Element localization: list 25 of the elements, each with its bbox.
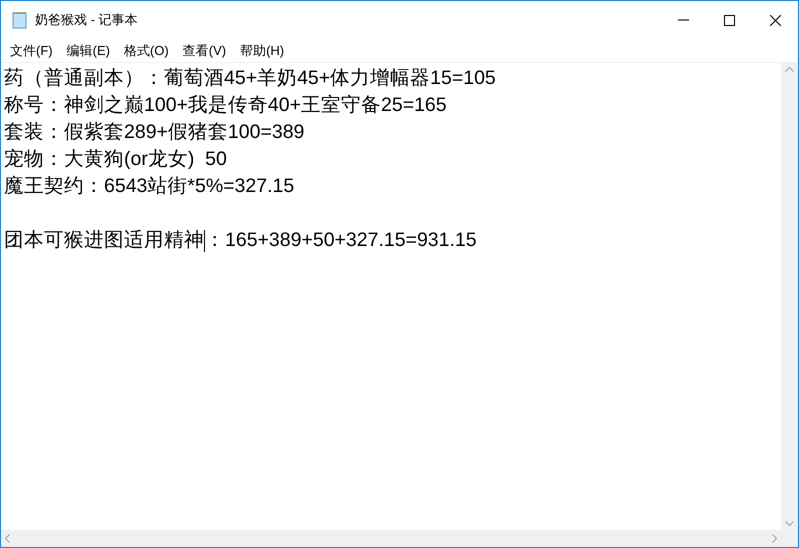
scroll-right-icon[interactable]	[772, 534, 777, 543]
menu-item[interactable]: 编辑(E)	[60, 40, 117, 60]
window-title: 奶爸猴戏 - 记事本	[35, 11, 138, 30]
text-line: 称号：神剑之巅100+我是传奇40+王室守备25=165	[4, 94, 447, 116]
text-line: 套装：假紫套289+假猪套100=389	[4, 121, 304, 143]
text-line: 宠物：大黄狗(or龙女) 50	[4, 148, 227, 170]
menu-item[interactable]: 帮助(H)	[233, 40, 292, 60]
horizontal-scrollbar[interactable]	[1, 530, 781, 547]
scroll-left-icon[interactable]	[5, 534, 10, 543]
minimize-icon	[678, 19, 688, 21]
menu-item[interactable]: 文件(F)	[3, 40, 60, 60]
scroll-up-icon[interactable]	[785, 67, 794, 72]
text-line: 魔王契约：6543站街*5%=327.15	[4, 175, 294, 197]
close-icon	[770, 14, 780, 26]
vertical-scrollbar[interactable]	[781, 63, 798, 530]
menu-item[interactable]: 查看(V)	[176, 40, 234, 60]
text-area[interactable]: 药（普通副本）：葡萄酒45+羊奶45+体力增幅器15=105 称号：神剑之巅100+我是传奇40+王室守备25=165 套装：假紫套289+假猪套100=389 宠物：大黄狗(or龙女) 50 魔王契约：6543站街*5%=327.15 团本可猴进图适用精神：165+389+50+327.15=931.15	[1, 63, 781, 530]
text-line: 药（普通副本）：葡萄酒45+羊奶45+体力增幅器15=105	[4, 67, 496, 89]
scroll-down-icon[interactable]	[785, 521, 794, 526]
text-cursor	[204, 230, 205, 252]
text-line: 团本可猴进图适用精神	[4, 228, 204, 253]
menu-item[interactable]: 格式(O)	[116, 40, 176, 60]
text-line: ：165+389+50+327.15=931.15	[205, 228, 477, 253]
notepad-icon	[11, 11, 29, 29]
maximize-icon	[724, 14, 734, 26]
